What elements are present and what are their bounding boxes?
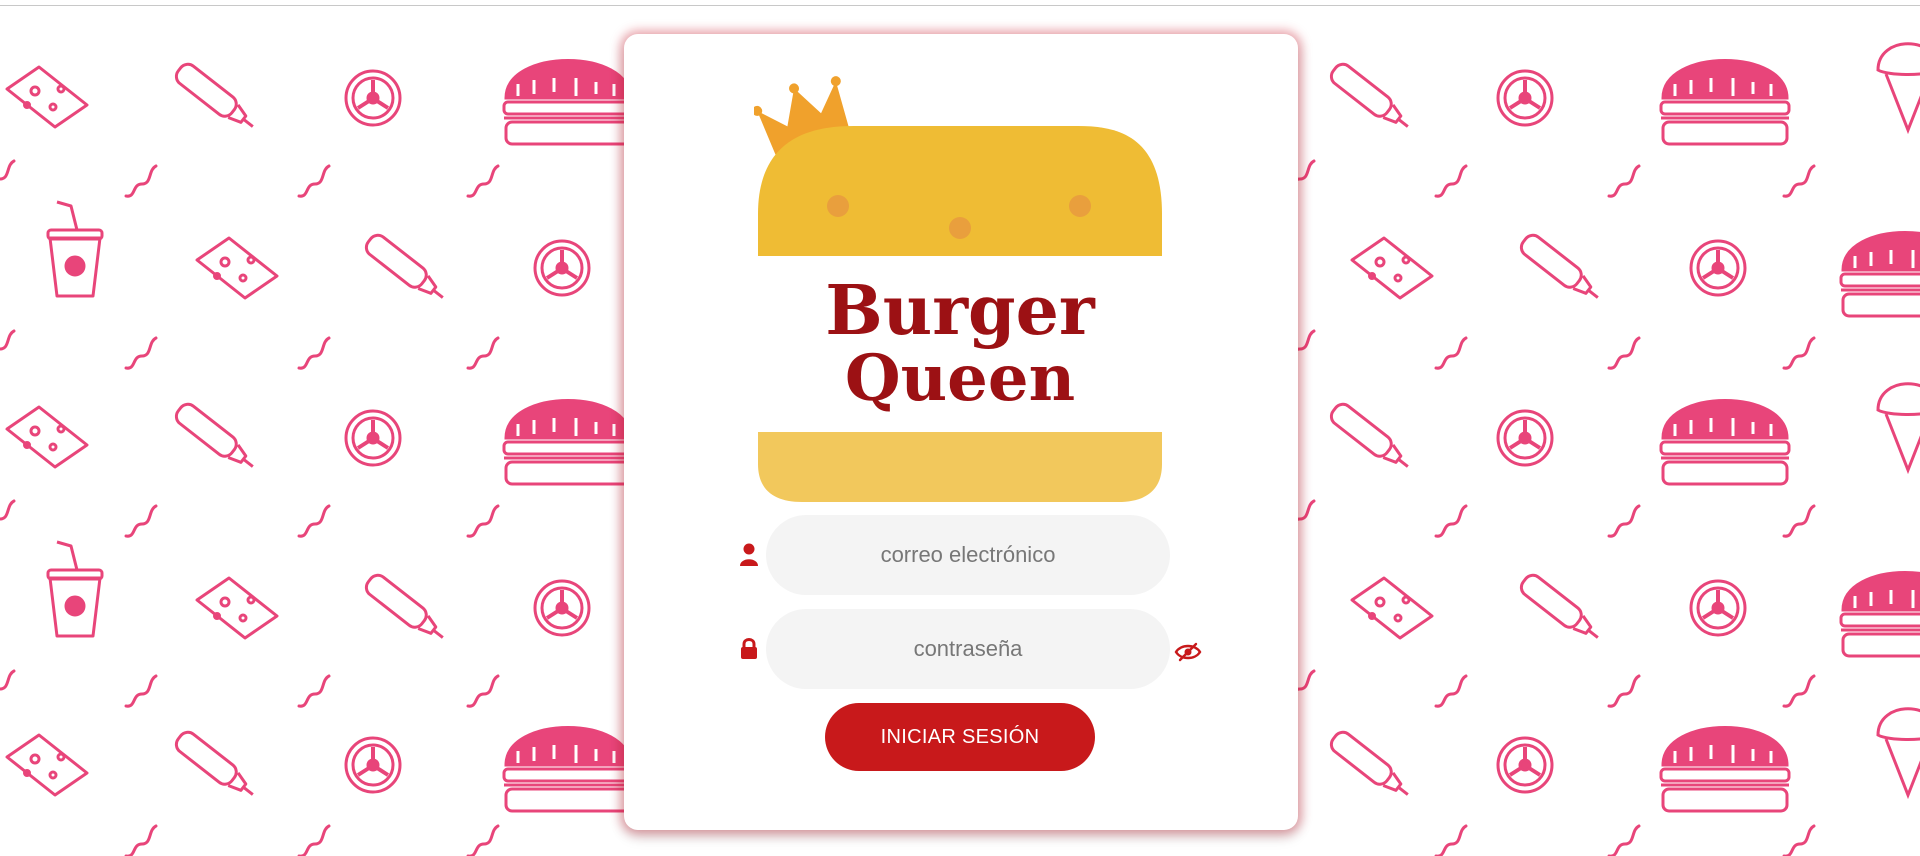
sesame-seed xyxy=(949,217,971,239)
password-row xyxy=(624,609,1298,689)
email-input[interactable] xyxy=(766,515,1170,595)
eye-slash-icon[interactable] xyxy=(1174,641,1202,663)
burger-queen-logo: Burger Queen xyxy=(754,76,1162,502)
brand-name-line2: Queen xyxy=(845,341,1075,416)
sesame-seed xyxy=(827,195,849,217)
sesame-seed xyxy=(1069,195,1091,217)
brand-name-line1: Burger xyxy=(825,271,1096,351)
email-row xyxy=(624,515,1298,595)
bottom-bun xyxy=(758,432,1162,502)
login-button[interactable]: INICIAR SESIÓN xyxy=(825,703,1095,771)
login-card: Burger Queen INICIAR SESIÓN xyxy=(624,34,1298,830)
password-input[interactable] xyxy=(766,609,1170,689)
lock-icon xyxy=(741,638,757,659)
user-icon xyxy=(740,543,758,566)
